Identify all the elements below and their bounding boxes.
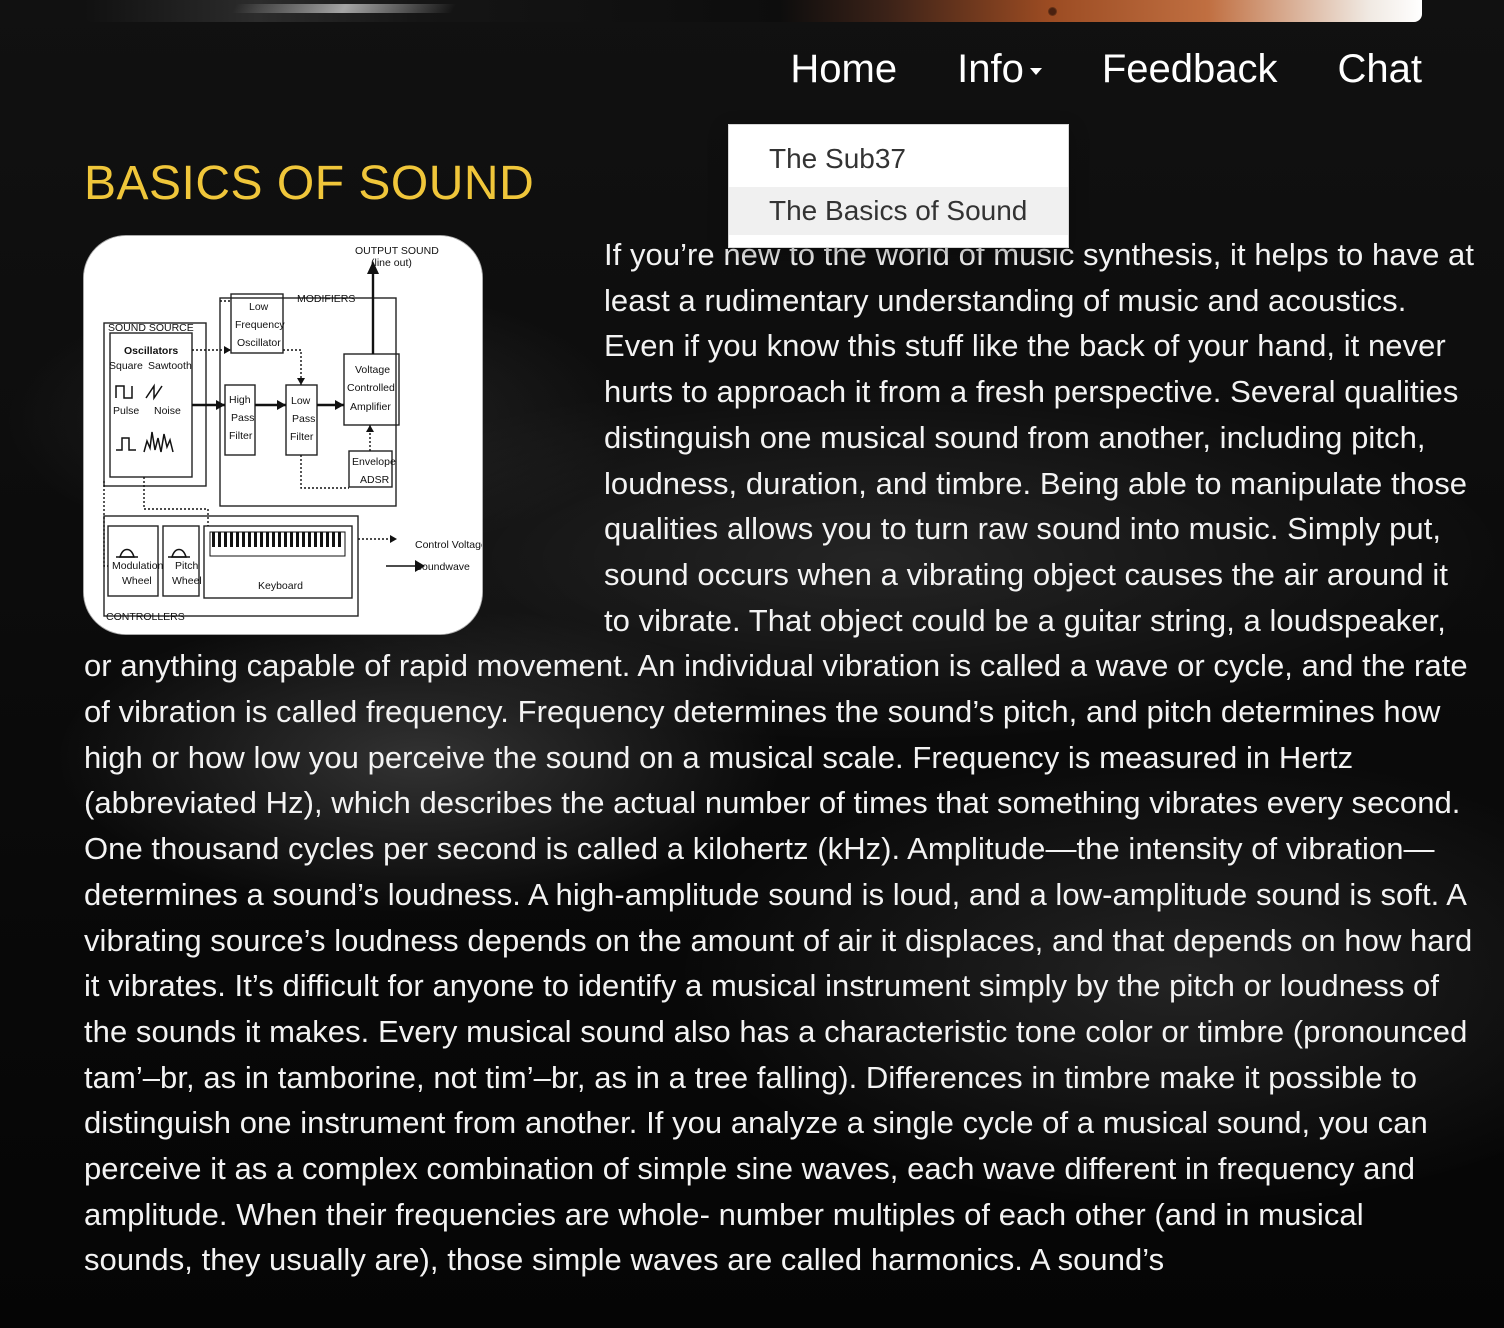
diagram-modifiers-label: MODIFIERS <box>297 293 355 305</box>
diagram-lfo-line-1: Low <box>249 301 269 313</box>
diagram-vca-line-3: Amplifier <box>350 401 391 413</box>
diagram-line-out-label: (line out) <box>371 257 412 269</box>
diagram-sawtooth-label: Sawtooth <box>148 360 192 372</box>
nav-feedback-link[interactable]: Feedback <box>1102 44 1278 94</box>
diagram-env-line-2: ADSR <box>360 474 390 486</box>
diagram-control-voltage-label: Control Voltage <box>415 539 482 551</box>
nav-info-label: Info <box>957 47 1024 91</box>
diagram-controllers-label: CONTROLLERS <box>106 611 185 623</box>
nav-info-dropdown[interactable]: Info <box>957 44 1042 94</box>
dropdown-item-basics-of-sound[interactable]: The Basics of Sound <box>729 187 1068 235</box>
synth-signal-flow-diagram: OUTPUT SOUND (line out) MODIFIERS SOUND … <box>84 236 482 634</box>
nav-chat-link[interactable]: Chat <box>1338 44 1423 94</box>
diagram-soundwave-label: Soundwave <box>415 561 470 573</box>
diagram-mod-line-2: Wheel <box>122 575 152 587</box>
nav-home-link[interactable]: Home <box>790 44 897 94</box>
diagram-oscillators-label: Oscillators <box>124 345 178 357</box>
diagram-pitch-line-2: Wheel <box>172 575 202 587</box>
diagram-lpf-line-1: Low <box>291 395 311 407</box>
main-nav: Home Info Feedback Chat <box>790 44 1422 94</box>
diagram-pitch-line-1: Pitch <box>175 560 199 572</box>
diagram-hpf-line-1: High <box>229 394 251 406</box>
diagram-output-sound-label: OUTPUT SOUND <box>355 245 439 257</box>
diagram-sound-source-label: SOUND SOURCE <box>108 322 194 334</box>
diagram-vca-line-2: Controlled <box>347 382 395 394</box>
diagram-lfo-line-3: Oscillator <box>237 337 281 349</box>
diagram-noise-label: Noise <box>154 405 181 417</box>
diagram-vca-line-1: Voltage <box>355 364 390 376</box>
top-banner-image <box>84 0 1422 22</box>
synth-diagram-image: OUTPUT SOUND (line out) MODIFIERS SOUND … <box>84 236 482 634</box>
diagram-hpf-line-3: Filter <box>229 430 253 442</box>
info-dropdown-menu: The Sub37 The Basics of Sound <box>728 124 1069 248</box>
diagram-lpf-line-2: Pass <box>292 413 315 425</box>
diagram-pulse-label: Pulse <box>113 405 139 417</box>
diagram-mod-line-1: Modulation <box>112 560 164 572</box>
dropdown-item-the-sub37[interactable]: The Sub37 <box>729 135 1068 183</box>
diagram-lfo-line-2: Frequency <box>235 319 285 331</box>
article-content: OUTPUT SOUND (line out) MODIFIERS SOUND … <box>84 232 1478 1283</box>
chevron-down-icon <box>1029 67 1042 75</box>
page-title: BASICS OF SOUND <box>84 157 535 210</box>
diagram-square-label: Square <box>109 360 143 372</box>
diagram-hpf-line-2: Pass <box>231 412 254 424</box>
diagram-lpf-line-3: Filter <box>290 431 314 443</box>
diagram-keyboard-label: Keyboard <box>258 580 303 592</box>
diagram-env-line-1: Envelope <box>352 456 396 468</box>
